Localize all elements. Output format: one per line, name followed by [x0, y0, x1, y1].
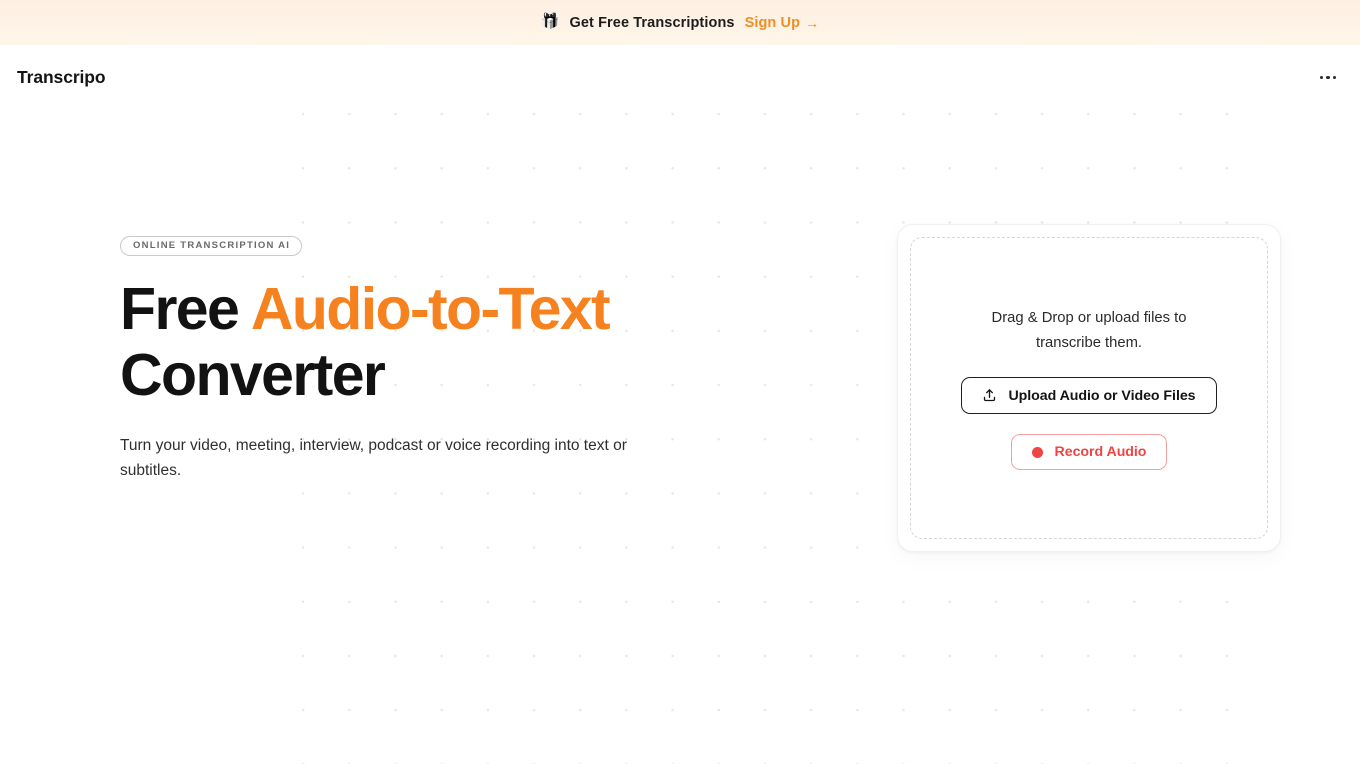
upload-card: Drag & Drop or upload files to transcrib… [897, 224, 1281, 552]
upload-icon [982, 388, 997, 403]
sign-up-link[interactable]: Sign Up → [745, 15, 820, 31]
upload-files-button[interactable]: Upload Audio or Video Files [961, 377, 1217, 415]
hero-copy: ONLINE TRANSCRIPTION AI Free Audio-to-Te… [120, 235, 700, 483]
dropzone-instructions: Drag & Drop or upload files to transcrib… [991, 309, 1187, 351]
site-header: Transcripo [0, 45, 1360, 110]
record-dot-icon [1031, 446, 1043, 458]
file-dropzone[interactable]: Drag & Drop or upload files to transcrib… [910, 237, 1268, 539]
arrow-right-icon: → [805, 14, 820, 31]
record-audio-label: Record Audio [1054, 444, 1147, 461]
sign-up-label: Sign Up [744, 14, 801, 31]
upload-files-label: Upload Audio or Video Files [1008, 387, 1196, 404]
promo-banner: 🎁 Get Free Transcriptions Sign Up → [0, 0, 1360, 45]
record-audio-button[interactable]: Record Audio [1011, 434, 1167, 471]
hero-section: ONLINE TRANSCRIPTION AI Free Audio-to-Te… [0, 110, 1360, 764]
promo-banner-text: Get Free Transcriptions [569, 14, 735, 31]
page-title-accent: Audio-to-Text [250, 275, 611, 342]
ellipsis-horizontal-icon[interactable] [1313, 63, 1343, 93]
menu-dot [1332, 75, 1336, 80]
page-title: Free Audio-to-Text Converter [120, 276, 680, 409]
main-stage: ONLINE TRANSCRIPTION AI Free Audio-to-Te… [0, 110, 1360, 764]
page-title-part1: Free [120, 275, 251, 342]
page-title-part2: Converter [120, 342, 386, 409]
menu-dot [1326, 75, 1330, 80]
eyebrow-badge: ONLINE TRANSCRIPTION AI [120, 236, 303, 256]
brand-logo[interactable]: Transcripo [17, 67, 106, 88]
menu-dot [1320, 75, 1324, 80]
gift-icon: 🎁 [540, 13, 560, 30]
hero-subtitle: Turn your video, meeting, interview, pod… [120, 436, 627, 479]
